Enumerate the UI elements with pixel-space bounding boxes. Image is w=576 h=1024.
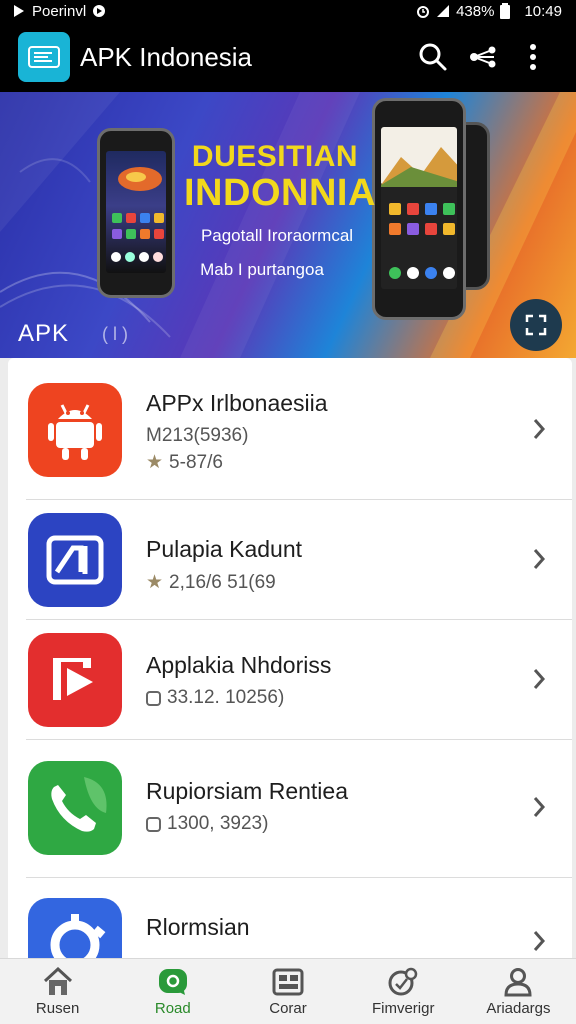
notification-icon xyxy=(93,5,106,17)
grid-card-icon xyxy=(271,966,305,998)
app-icon xyxy=(28,898,122,958)
carrier-label: Poerinvl xyxy=(32,2,87,20)
expand-icon xyxy=(525,314,547,336)
nav-label: Fimverigr xyxy=(371,1000,435,1017)
status-bar: Poerinvl 438% 10:49 xyxy=(0,0,576,22)
app-rating: ★ 2,16/6 51(69 xyxy=(146,571,302,594)
star-icon: ★ xyxy=(146,572,164,593)
item-text: Pulapia Kadunt ★ 2,16/6 51(69 xyxy=(146,536,302,594)
bubble-icon xyxy=(156,966,190,998)
phone-mockup-left xyxy=(97,128,175,298)
list-item[interactable]: APPx Irlbonaesiia M213(5936) ★ 5-87/6 xyxy=(8,370,572,500)
nav-label: Corar xyxy=(269,1000,307,1017)
app-logo-icon xyxy=(28,46,60,68)
list-item[interactable]: Rupiorsiam Rentiea 1300, 3923) xyxy=(8,748,572,878)
settings-ring-icon xyxy=(50,914,106,958)
nav-item-home[interactable]: Rusen xyxy=(0,959,115,1024)
bottom-nav: Rusen Road Corar Fimverigr Ariadargs xyxy=(0,958,576,1024)
star-icon: ★ xyxy=(146,452,164,473)
promo-banner[interactable]: DUESITIAN INDONNIA Pagotall Iroraormcal … xyxy=(0,92,576,358)
chevron-right-icon xyxy=(524,926,554,956)
banner-watermark: APK xyxy=(18,320,70,347)
status-left: Poerinvl xyxy=(12,3,106,20)
alarm-icon xyxy=(417,6,430,18)
play-store-icon xyxy=(14,5,24,17)
app-name: Rupiorsiam Rentiea xyxy=(146,778,348,804)
app-title: APK Indonesia xyxy=(80,41,253,72)
clock-time: 10:49 xyxy=(524,2,562,20)
home-icon xyxy=(41,966,75,998)
divider xyxy=(26,877,572,878)
search-button[interactable] xyxy=(408,32,458,82)
nav-label: Rusen xyxy=(35,1000,80,1017)
banner-watermark-2: ( l ) xyxy=(102,324,128,344)
battery-icon xyxy=(500,3,511,19)
app-icon xyxy=(28,633,122,727)
item-text: Rupiorsiam Rentiea 1300, 3923) xyxy=(146,778,348,835)
more-vert-icon xyxy=(530,44,536,70)
nav-item-road[interactable]: Road xyxy=(115,959,230,1024)
chevron-right-icon xyxy=(524,544,554,574)
list-item[interactable]: Rlormsian xyxy=(8,888,572,958)
app-rating-text: 2,16/6 51(69 xyxy=(169,571,276,593)
search-icon xyxy=(419,43,447,71)
app-name: Rlormsian xyxy=(146,914,250,940)
more-options-button[interactable] xyxy=(508,32,558,82)
app-meta-1-text: M213(5936) xyxy=(146,425,249,446)
app-meta-1: M213(5936) xyxy=(146,425,328,447)
app-icon xyxy=(28,513,122,607)
profile-icon xyxy=(501,966,535,998)
clock-icon xyxy=(146,816,161,832)
app-meta: 1300, 3923) xyxy=(146,813,348,835)
app-bar: APK Indonesia xyxy=(0,22,576,92)
nav-item-ariadargs[interactable]: Ariadargs xyxy=(461,959,576,1024)
battery-percent: 438% xyxy=(456,2,495,20)
item-text: APPx Irlbonaesiia M213(5936) ★ 5-87/6 xyxy=(146,390,328,474)
banner-headline-1: DUESITIAN xyxy=(191,140,359,173)
app-rating: ★ 5-87/6 xyxy=(146,451,328,474)
phone-screen-art xyxy=(111,167,164,262)
item-text: Applakia Nhdoriss 33.12. 10256) xyxy=(146,652,331,709)
status-right: 438% 10:49 xyxy=(416,3,562,20)
phone-screen-left xyxy=(106,151,166,273)
clock-icon xyxy=(146,690,161,706)
banner-subtitle-2: Mab I purtangoa xyxy=(200,260,324,279)
app-name: APPx Irlbonaesiia xyxy=(146,390,328,416)
photo-frame-icon xyxy=(46,535,104,585)
banner-fullscreen-button[interactable] xyxy=(510,299,562,351)
app-logo[interactable] xyxy=(18,32,70,82)
nav-label: Ariadargs xyxy=(486,1000,551,1017)
share-button[interactable] xyxy=(458,32,508,82)
share-icon xyxy=(470,46,496,68)
app-name: Pulapia Kadunt xyxy=(146,536,303,562)
android-icon xyxy=(48,404,102,460)
phone-icon xyxy=(51,777,107,832)
phone-screen-art-right xyxy=(381,147,457,279)
nav-label: Road xyxy=(154,1000,191,1017)
chevron-right-icon xyxy=(524,414,554,444)
signal-icon xyxy=(437,5,450,17)
phone-screen-right xyxy=(381,127,457,289)
app-list: APPx Irlbonaesiia M213(5936) ★ 5-87/6 Pul… xyxy=(8,358,572,958)
video-play-icon xyxy=(53,658,93,700)
target-icon xyxy=(386,966,420,998)
list-item[interactable]: Applakia Nhdoriss 33.12. 10256) xyxy=(8,620,572,740)
app-rating-text: 5-87/6 xyxy=(169,451,223,473)
chevron-right-icon xyxy=(524,792,554,822)
app-meta-text: 33.12. 10256) xyxy=(167,687,285,708)
app-icon xyxy=(28,761,122,855)
item-text: Rlormsian xyxy=(146,914,250,941)
banner-headline-2: INDONNIA xyxy=(184,172,376,214)
divider xyxy=(26,739,572,740)
chevron-right-icon xyxy=(524,664,554,694)
app-meta-text: 1300, 3923) xyxy=(167,813,269,834)
app-meta: 33.12. 10256) xyxy=(146,687,331,709)
app-icon xyxy=(28,383,122,477)
list-item[interactable]: Pulapia Kadunt ★ 2,16/6 51(69 xyxy=(8,500,572,620)
banner-subtitle-1: Pagotall Iroraormcal xyxy=(200,226,354,245)
phone-mockup-right xyxy=(372,98,466,320)
app-name: Applakia Nhdoriss xyxy=(146,652,332,678)
nav-item-fimverigr[interactable]: Fimverigr xyxy=(346,959,461,1024)
nav-item-corar[interactable]: Corar xyxy=(230,959,345,1024)
